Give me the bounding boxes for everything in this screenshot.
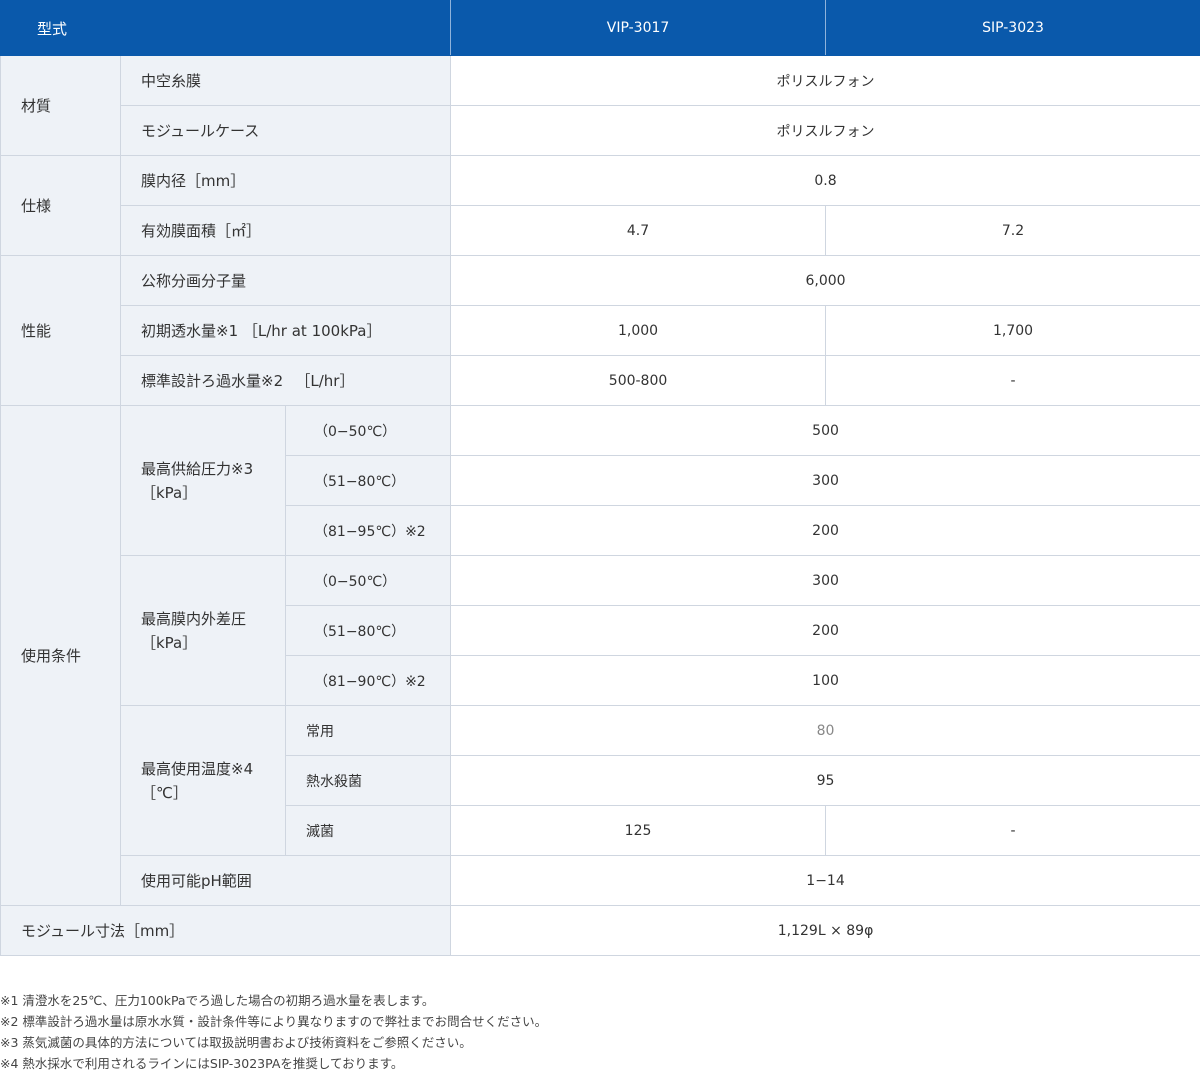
value-effective-area-vip: 4.7 [450, 205, 827, 256]
footnote-1: ※1 清澄水を25℃、圧力100kPaでろ過した場合の初期ろ過水量を表します。 [0, 993, 435, 1008]
group-performance: 性能 [0, 255, 121, 406]
value-initial-flux-vip: 1,000 [450, 305, 827, 356]
temp-range: （0−50℃） [284, 405, 452, 456]
value-dimensions: 1,129L × 89φ [450, 905, 1200, 956]
table-row: 有効膜面積［㎡］ 4.7 7.2 [1, 205, 1200, 256]
max-tmp-line1: 最高膜内外差圧 [141, 609, 247, 628]
max-temp-line2: ［℃］ [141, 783, 188, 802]
table-row: モジュールケース ポリスルフォン [1, 105, 1200, 156]
table-row: 初期透水量※1 ［L/hr at 100kPa］ 1,000 1,700 [1, 305, 1200, 356]
footnote-3: ※3 蒸気滅菌の具体的方法については取扱説明書および技術資料をご参照ください。 [0, 1035, 472, 1050]
value-mwco: 6,000 [450, 255, 1200, 306]
row-label-max-feed-pressure: 最高供給圧力※3 ［kPa］ [120, 405, 286, 556]
max-feed-pressure-line2: ［kPa］ [141, 483, 198, 502]
value-tmp: 200 [450, 605, 1200, 656]
table-row: 標準設計ろ過水量※2 ［L/hr］ 500-800 - [1, 355, 1200, 406]
temp-hot-water-label: 熱水殺菌 [284, 755, 452, 806]
row-label-initial-flux: 初期透水量※1 ［L/hr at 100kPa］ [119, 305, 452, 356]
row-label-design-flux: 標準設計ろ過水量※2 ［L/hr］ [119, 355, 452, 406]
table-row: 仕様 膜内径［mm］ 0.8 [0, 155, 1200, 256]
group-spec: 仕様 [0, 155, 121, 256]
value-tmp: 300 [450, 555, 1200, 606]
value-hollow-fiber: ポリスルフォン [450, 55, 1200, 106]
value-design-flux-vip: 500-800 [450, 355, 827, 406]
model-header-label: 型式 [0, 0, 452, 56]
footnote-4: ※4 熱水採水で利用されるラインにはSIP-3023PAを推奨しております。 [0, 1056, 404, 1071]
row-label-effective-area: 有効膜面積［㎡］ [119, 205, 452, 256]
table-row: 材質 中空糸膜 ポリスルフォン [0, 55, 1200, 156]
temp-range: （51−80℃） [284, 605, 452, 656]
table-row: 使用条件 最高供給圧力※3 ［kPa］ （0−50℃） 500 [0, 405, 1200, 906]
value-effective-area-sip: 7.2 [825, 205, 1200, 256]
table-row: 使用可能pH範囲 1−14 [1, 855, 1200, 906]
table-row: 性能 公称分画分子量 6,000 [0, 255, 1200, 406]
value-initial-flux-sip: 1,700 [825, 305, 1200, 356]
model-vip-3017: VIP-3017 [450, 0, 827, 56]
temp-range: （0−50℃） [284, 555, 452, 606]
table-row: 最高使用温度※4 ［℃］ 常用 80 [1, 705, 1200, 856]
spec-table: 型式 VIP-3017 SIP-3023 材質 中空糸膜 ポリスルフォン モジュ… [0, 0, 1200, 956]
row-label-hollow-fiber: 中空糸膜 [119, 55, 452, 106]
table-row: 最高膜内外差圧 ［kPa］ （0−50℃） 300 [1, 555, 1200, 706]
table-row: モジュール寸法［mm］ 1,129L × 89φ [0, 905, 1200, 956]
row-label-module-case: モジュールケース [119, 105, 452, 156]
row-label-ph-range: 使用可能pH範囲 [119, 855, 452, 906]
value-design-flux-sip: - [825, 355, 1200, 406]
max-feed-pressure-line1: 最高供給圧力※3 [141, 459, 254, 478]
value-temp-normal: 80 [450, 705, 1200, 756]
max-tmp-line2: ［kPa］ [141, 633, 198, 652]
row-label-max-temp: 最高使用温度※4 ［℃］ [120, 705, 286, 856]
value-inner-diameter: 0.8 [450, 155, 1200, 206]
value-module-case: ポリスルフォン [450, 105, 1200, 156]
max-temp-line1: 最高使用温度※4 [141, 759, 254, 778]
group-conditions: 使用条件 [0, 405, 121, 906]
row-label-max-tmp: 最高膜内外差圧 ［kPa］ [120, 555, 286, 706]
value-feed-pressure: 500 [450, 405, 1200, 456]
footnotes: ※1 清澄水を25℃、圧力100kPaでろ過した場合の初期ろ過水量を表します。 … [0, 990, 1200, 1074]
value-temp-hot-water: 95 [450, 755, 1200, 806]
value-feed-pressure: 200 [450, 505, 1200, 556]
row-label-dimensions: モジュール寸法［mm］ [0, 905, 452, 956]
row-label-inner-diameter: 膜内径［mm］ [119, 155, 452, 206]
temp-range: （81−95℃）※2 [284, 505, 452, 556]
temp-sterilize-label: 滅菌 [284, 805, 452, 856]
group-material: 材質 [0, 55, 121, 156]
temp-range: （81−90℃）※2 [284, 655, 452, 706]
header-row: 型式 VIP-3017 SIP-3023 [0, 0, 1200, 56]
footnote-2: ※2 標準設計ろ過水量は原水水質・設計条件等により異なりますので弊社までお問合せ… [0, 1014, 548, 1029]
temp-range: （51−80℃） [284, 455, 452, 506]
value-temp-sterilize-sip: - [825, 805, 1200, 856]
row-label-mwco: 公称分画分子量 [119, 255, 452, 306]
value-feed-pressure: 300 [450, 455, 1200, 506]
value-ph-range: 1−14 [450, 855, 1200, 906]
value-tmp: 100 [450, 655, 1200, 706]
temp-normal-label: 常用 [284, 705, 452, 756]
model-sip-3023: SIP-3023 [825, 0, 1200, 56]
value-temp-sterilize-vip: 125 [450, 805, 827, 856]
